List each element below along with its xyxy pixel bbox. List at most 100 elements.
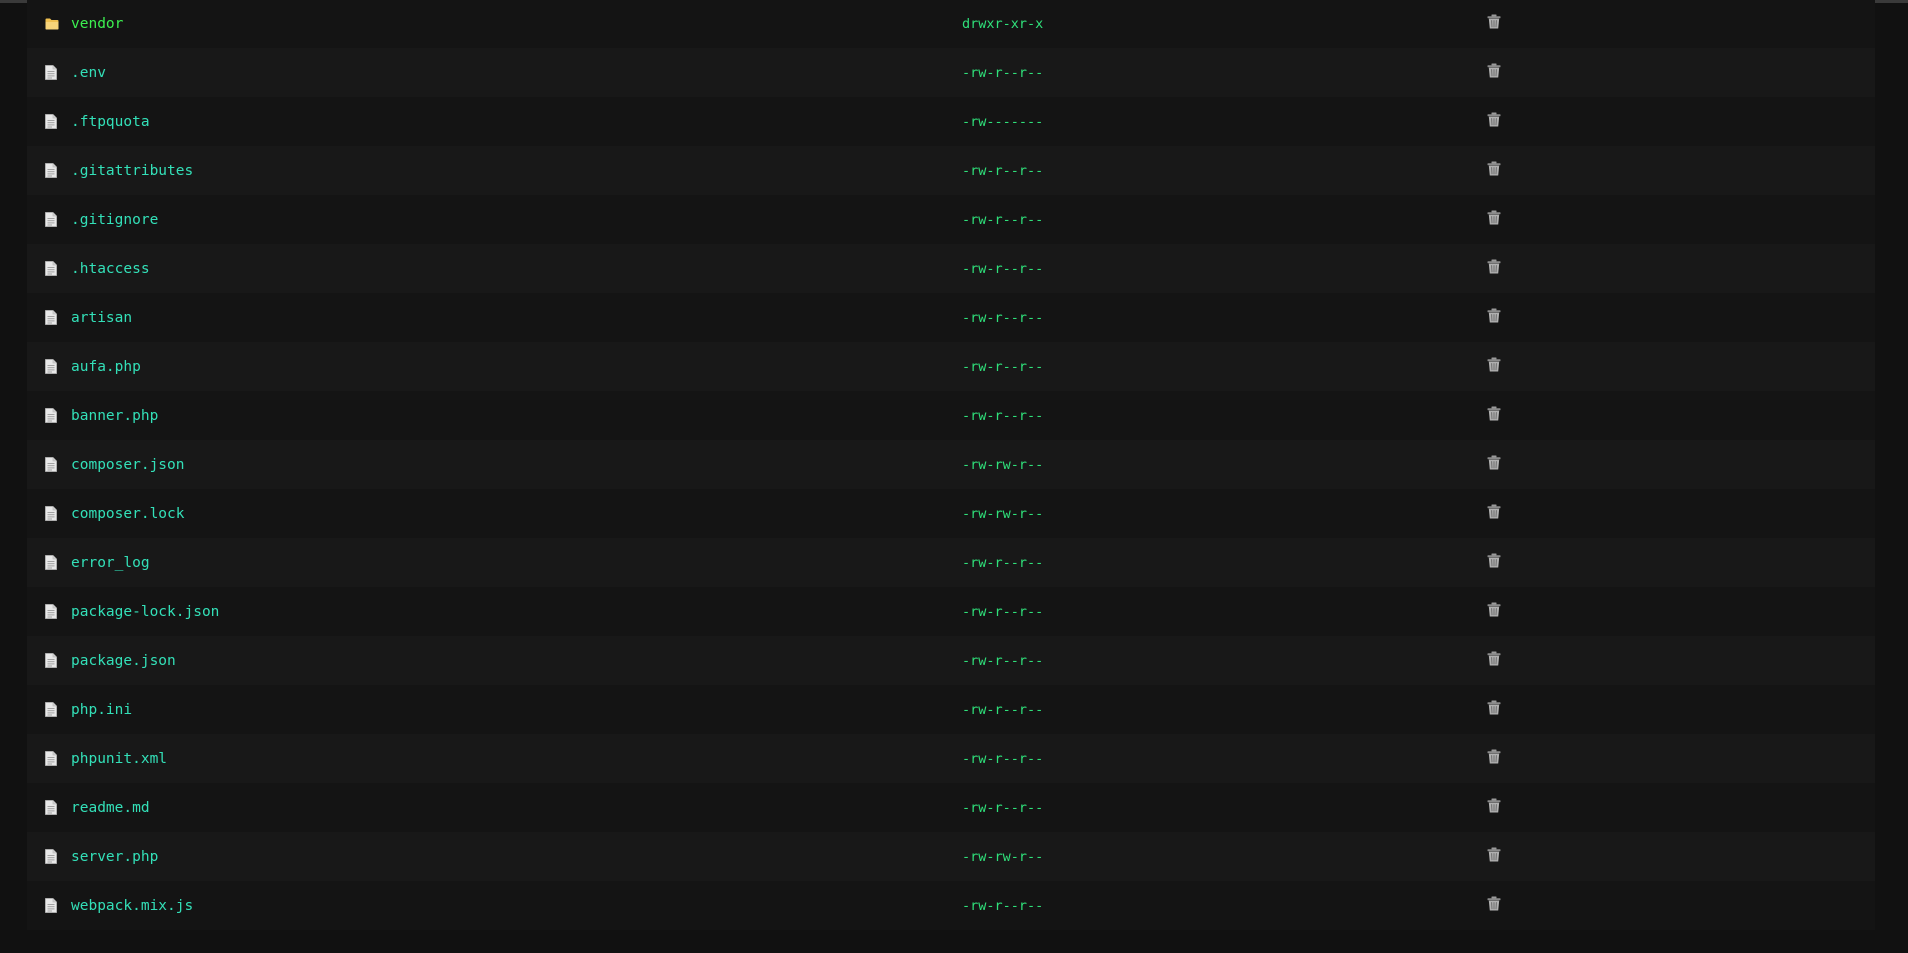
file-icon (45, 210, 67, 230)
file-permissions[interactable]: -rw-rw-r-- (962, 489, 1043, 538)
file-name-link[interactable]: vendor (71, 16, 123, 32)
delete-button[interactable] (1487, 489, 1501, 538)
delete-button[interactable] (1487, 538, 1501, 587)
file-permissions[interactable]: -rw-r--r-- (962, 391, 1043, 440)
file-row[interactable]: aufa.php -rw-r--r-- (27, 342, 1875, 391)
file-icon (45, 455, 67, 475)
file-name-link[interactable]: server.php (71, 849, 158, 865)
file-row[interactable]: package.json -rw-r--r-- (27, 636, 1875, 685)
delete-button[interactable] (1487, 587, 1501, 636)
delete-button[interactable] (1487, 48, 1501, 97)
file-row[interactable]: .gitignore -rw-r--r-- (27, 195, 1875, 244)
file-name-link[interactable]: .htaccess (71, 261, 150, 277)
file-permissions[interactable]: -rw-r--r-- (962, 734, 1043, 783)
file-name-link[interactable]: package.json (71, 653, 176, 669)
trash-icon (1487, 14, 1501, 33)
file-row[interactable]: phpunit.xml -rw-r--r-- (27, 734, 1875, 783)
trash-icon (1487, 210, 1501, 229)
file-name-link[interactable]: banner.php (71, 408, 158, 424)
file-name-link[interactable]: .gitignore (71, 212, 158, 228)
file-permissions[interactable]: -rw-r--r-- (962, 685, 1043, 734)
delete-button[interactable] (1487, 244, 1501, 293)
trash-icon (1487, 504, 1501, 523)
delete-button[interactable] (1487, 685, 1501, 734)
file-name-link[interactable]: .ftpquota (71, 114, 150, 130)
delete-button[interactable] (1487, 146, 1501, 195)
trash-icon (1487, 896, 1501, 915)
file-row[interactable]: composer.lock -rw-rw-r-- (27, 489, 1875, 538)
file-name-link[interactable]: .gitattributes (71, 163, 193, 179)
file-name-link[interactable]: error_log (71, 555, 150, 571)
file-name-link[interactable]: readme.md (71, 800, 150, 816)
file-name-cell: .env (45, 48, 106, 97)
file-icon (45, 749, 67, 769)
folder-row[interactable]: vendor drwxr-xr-x (27, 0, 1875, 48)
file-row[interactable]: .env -rw-r--r-- (27, 48, 1875, 97)
file-permissions[interactable]: drwxr-xr-x (962, 0, 1043, 48)
file-row[interactable]: .gitattributes -rw-r--r-- (27, 146, 1875, 195)
file-list: vendor drwxr-xr-x .env -rw-r--r-- .ftpqu… (27, 0, 1875, 930)
delete-button[interactable] (1487, 783, 1501, 832)
file-name-link[interactable]: .env (71, 65, 106, 81)
file-name-link[interactable]: php.ini (71, 702, 132, 718)
file-row[interactable]: composer.json -rw-rw-r-- (27, 440, 1875, 489)
delete-button[interactable] (1487, 0, 1501, 48)
file-permissions[interactable]: -rw-r--r-- (962, 587, 1043, 636)
delete-button[interactable] (1487, 832, 1501, 881)
file-icon (45, 896, 67, 916)
file-row[interactable]: error_log -rw-r--r-- (27, 538, 1875, 587)
delete-button[interactable] (1487, 97, 1501, 146)
folder-icon (45, 14, 67, 34)
trash-icon (1487, 700, 1501, 719)
delete-button[interactable] (1487, 195, 1501, 244)
file-permissions[interactable]: -rw-rw-r-- (962, 440, 1043, 489)
trash-icon (1487, 651, 1501, 670)
file-permissions[interactable]: -rw-rw-r-- (962, 832, 1043, 881)
file-row[interactable]: .ftpquota -rw------- (27, 97, 1875, 146)
file-row[interactable]: package-lock.json -rw-r--r-- (27, 587, 1875, 636)
file-row[interactable]: .htaccess -rw-r--r-- (27, 244, 1875, 293)
file-icon (45, 112, 67, 132)
file-name-link[interactable]: phpunit.xml (71, 751, 167, 767)
file-icon (45, 700, 67, 720)
delete-button[interactable] (1487, 636, 1501, 685)
file-icon (45, 847, 67, 867)
file-name-link[interactable]: aufa.php (71, 359, 141, 375)
file-permissions[interactable]: -rw------- (962, 97, 1043, 146)
file-name-link[interactable]: composer.lock (71, 506, 185, 522)
file-permissions[interactable]: -rw-r--r-- (962, 146, 1043, 195)
file-name-cell: banner.php (45, 391, 158, 440)
file-permissions[interactable]: -rw-r--r-- (962, 538, 1043, 587)
delete-button[interactable] (1487, 734, 1501, 783)
file-permissions[interactable]: -rw-r--r-- (962, 48, 1043, 97)
file-row[interactable]: artisan -rw-r--r-- (27, 293, 1875, 342)
file-name-cell: .gitattributes (45, 146, 193, 195)
file-permissions[interactable]: -rw-r--r-- (962, 783, 1043, 832)
trash-icon (1487, 847, 1501, 866)
file-row[interactable]: server.php -rw-rw-r-- (27, 832, 1875, 881)
trash-icon (1487, 259, 1501, 278)
file-name-link[interactable]: composer.json (71, 457, 185, 473)
file-row[interactable]: banner.php -rw-r--r-- (27, 391, 1875, 440)
file-name-cell: .htaccess (45, 244, 150, 293)
file-permissions[interactable]: -rw-r--r-- (962, 342, 1043, 391)
file-row[interactable]: readme.md -rw-r--r-- (27, 783, 1875, 832)
file-permissions[interactable]: -rw-r--r-- (962, 636, 1043, 685)
delete-button[interactable] (1487, 440, 1501, 489)
file-icon (45, 308, 67, 328)
file-permissions[interactable]: -rw-r--r-- (962, 195, 1043, 244)
delete-button[interactable] (1487, 293, 1501, 342)
file-permissions[interactable]: -rw-r--r-- (962, 293, 1043, 342)
file-permissions[interactable]: -rw-r--r-- (962, 881, 1043, 930)
file-name-link[interactable]: webpack.mix.js (71, 898, 193, 914)
delete-button[interactable] (1487, 881, 1501, 930)
file-permissions[interactable]: -rw-r--r-- (962, 244, 1043, 293)
file-name-link[interactable]: package-lock.json (71, 604, 219, 620)
delete-button[interactable] (1487, 391, 1501, 440)
trash-icon (1487, 602, 1501, 621)
delete-button[interactable] (1487, 342, 1501, 391)
file-icon (45, 259, 67, 279)
file-name-link[interactable]: artisan (71, 310, 132, 326)
file-row[interactable]: webpack.mix.js -rw-r--r-- (27, 881, 1875, 930)
file-row[interactable]: php.ini -rw-r--r-- (27, 685, 1875, 734)
